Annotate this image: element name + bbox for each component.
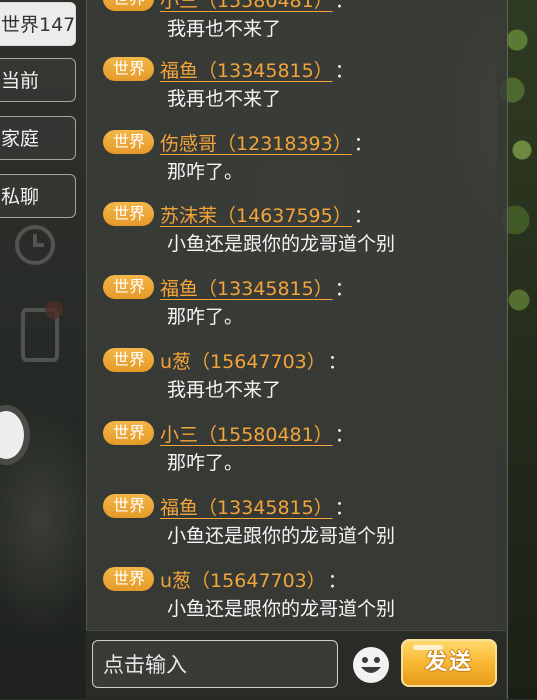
channel-badge: 世界 [103,275,155,299]
chat-input[interactable]: 点击输入 [92,640,338,688]
chat-message: 世界 伤感哥（12318393） ： 那咋了。 [103,127,373,187]
channel-badge: 世界 [103,130,155,154]
send-button[interactable]: 发送 [401,639,497,687]
send-button-label: 发送 [424,650,473,675]
chat-message: 世界 u葱（15647703） ： 我再也不来了 [103,345,347,405]
sender-name[interactable]: 小三（15580481） [160,0,333,13]
message-text: 我再也不来了 [167,379,282,401]
channel-badge: 世界 [103,494,155,518]
message-text: 小鱼还是跟你的龙哥道个别 [167,525,396,547]
message-text: 那咋了。 [167,306,244,328]
colon: ： [327,350,347,373]
colon: ： [353,132,373,155]
colon: ： [334,0,354,12]
sender-name[interactable]: u葱（15647703） [160,566,326,593]
sender-name[interactable]: 福鱼（13345815） [160,56,333,83]
message-text: 我再也不来了 [167,88,282,110]
chat-message: 世界 福鱼（13345815） ： 那咋了。 [103,272,354,332]
colon: ： [334,277,354,300]
notebook-icon [21,301,63,362]
chat-message: 世界 苏沫茉（14637595） ： 小鱼还是跟你的龙哥道个别 [103,199,395,259]
channel-badge: 世界 [103,567,155,591]
tab-world[interactable]: 世界147 [0,2,76,46]
channel-badge: 世界 [103,202,155,226]
sender-name[interactable]: 伤感哥（12318393） [160,129,352,156]
channel-badge: 世界 [103,348,155,372]
smiley-face-icon[interactable] [351,645,391,685]
message-text: 那咋了。 [167,161,244,183]
clock-icon [15,225,55,265]
channel-badge: 世界 [103,57,155,81]
sender-name[interactable]: 小三（15580481） [160,420,333,447]
colon: ： [334,59,354,82]
channel-badge: 世界 [103,421,155,445]
sender-name[interactable]: 福鱼（13345815） [160,493,333,520]
button-shine [413,645,443,650]
chat-input-bar: 点击输入 发送 [86,630,506,700]
chat-message: 世界 小三（15580481） ： 我再也不来了 [103,0,354,44]
tab-private[interactable]: 私聊 [0,174,76,218]
chat-message: 世界 福鱼（13345815） ： 小鱼还是跟你的龙哥道个别 [103,491,395,551]
tab-family[interactable]: 家庭 [0,116,76,160]
colon: ： [327,569,347,592]
colon: ： [353,204,373,227]
sender-name[interactable]: 苏沫茉（14637595） [160,201,352,228]
chat-panel: 世界 小三（15580481） ： 我再也不来了 世界 福鱼（13345815）… [86,0,508,699]
chat-message: 世界 小三（15580481） ： 那咋了。 [103,418,354,478]
sender-name[interactable]: 福鱼（13345815） [160,274,333,301]
message-text: 小鱼还是跟你的龙哥道个别 [167,598,396,620]
colon: ： [334,496,354,519]
sender-name[interactable]: u葱（15647703） [160,347,326,374]
message-text: 那咋了。 [167,452,244,474]
tab-current[interactable]: 当前 [0,58,76,102]
channel-badge: 世界 [103,0,155,11]
chat-message: 世界 u葱（15647703） ： 小鱼还是跟你的龙哥道个别 [103,564,395,624]
message-text: 我再也不来了 [167,18,282,40]
message-text: 小鱼还是跟你的龙哥道个别 [167,233,396,255]
chat-message: 世界 福鱼（13345815） ： 我再也不来了 [103,54,354,114]
colon: ： [334,423,354,446]
